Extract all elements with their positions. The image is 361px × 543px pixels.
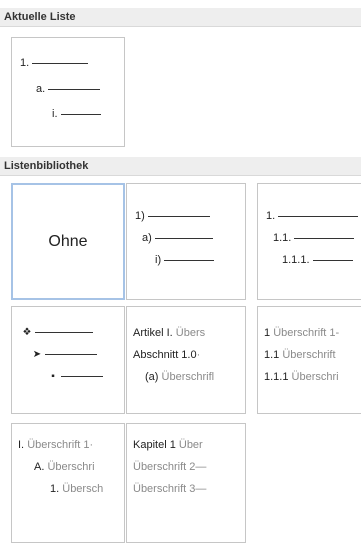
list-heading-numbered-tile[interactable]: 1 Überschrift 1- 1.1 Überschrift 1.1.1 Ü… bbox=[257, 306, 361, 414]
list-level-1: Artikel I. Übers bbox=[133, 327, 206, 339]
list-legal-tile[interactable]: 1. 1.1. 1.1.1. bbox=[257, 183, 361, 300]
list-level-2: A. Überschri bbox=[34, 461, 95, 473]
level-line bbox=[312, 259, 353, 261]
level-line bbox=[164, 259, 215, 261]
level-line bbox=[61, 376, 103, 377]
list-level-2: a. bbox=[36, 83, 101, 95]
list-level-1: 1) bbox=[135, 210, 210, 222]
list-level-2: Überschrift 2— bbox=[133, 461, 207, 473]
list-level-1: ❖ bbox=[22, 327, 93, 338]
level-line bbox=[35, 332, 93, 333]
list-level-2: Abschnitt 1.0 · bbox=[133, 349, 201, 361]
list-level-2: ➤ bbox=[32, 349, 97, 360]
list-none-tile[interactable]: Ohne bbox=[11, 183, 125, 300]
square-bullet-icon: ▪ bbox=[51, 371, 55, 382]
list-level-2: a) bbox=[142, 232, 213, 244]
list-level-2: 1.1 Überschrift bbox=[264, 349, 336, 361]
none-label: Ohne bbox=[48, 232, 88, 250]
list-level-1: 1. bbox=[266, 210, 359, 222]
list-level-1: I. Überschrift 1· bbox=[18, 439, 94, 451]
current-list-header: Aktuelle Liste bbox=[0, 8, 361, 27]
arrow-bullet-icon: ➤ bbox=[32, 349, 42, 360]
list-level-1: Kapitel 1 Über bbox=[133, 439, 203, 451]
level-line bbox=[294, 237, 355, 239]
diamond-bullet-icon: ❖ bbox=[22, 327, 32, 338]
level-line bbox=[48, 88, 101, 90]
current-list-tile[interactable]: 1. a. i. bbox=[11, 37, 125, 147]
level-line bbox=[45, 354, 97, 355]
list-level-3: Überschrift 3— bbox=[133, 483, 207, 495]
list-level-3: 1.1.1. bbox=[282, 254, 353, 266]
list-article-tile[interactable]: Artikel I. Übers Abschnitt 1.0 · (a) Über… bbox=[126, 306, 246, 414]
list-level-2: 1.1. bbox=[273, 232, 355, 244]
level-line bbox=[154, 237, 213, 239]
list-chapter-tile[interactable]: Kapitel 1 Über Überschrift 2— Überschrif… bbox=[126, 423, 246, 543]
level-line bbox=[147, 215, 210, 217]
list-level-1: 1. bbox=[20, 57, 89, 69]
list-level-3: 1. Übersch bbox=[50, 483, 104, 495]
list-roman-heading-tile[interactable]: I. Überschrift 1· A. Überschri 1. Übersc… bbox=[11, 423, 125, 543]
list-library-header: Listenbibliothek bbox=[0, 157, 361, 176]
level-line bbox=[278, 215, 359, 217]
list-level-3: (a) Überschrifl bbox=[145, 371, 215, 383]
list-level-3: i. bbox=[52, 108, 101, 120]
list-level-1: 1 Überschrift 1- bbox=[264, 327, 340, 339]
list-level-3: ▪ bbox=[48, 371, 103, 382]
level-line bbox=[32, 62, 89, 64]
list-level-3: i) bbox=[155, 254, 215, 266]
list-bullets-tile[interactable]: ❖ ➤ ▪ bbox=[11, 306, 125, 414]
list-paren-tile[interactable]: 1) a) i) bbox=[126, 183, 246, 300]
level-line bbox=[60, 113, 101, 115]
list-level-3: 1.1.1 Überschri bbox=[264, 371, 339, 383]
